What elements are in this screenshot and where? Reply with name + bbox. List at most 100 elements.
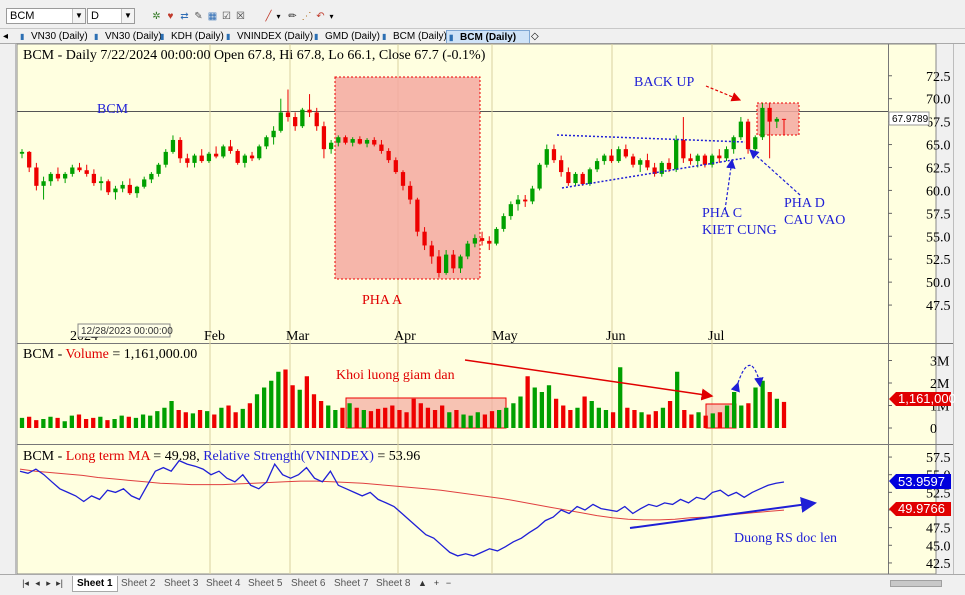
volume-bar — [553, 398, 559, 428]
chart-area[interactable]: 72.5 70.0 67.5 65.0 62.5 60.0 57.5 55.0 52.5 50.0… — [0, 0, 965, 594]
volume-bar — [91, 417, 96, 428]
next-sheet-icon[interactable]: ▸ — [44, 577, 53, 589]
volume-last-value: 1,161,000 — [898, 391, 956, 406]
volume-panel-header: BCM - Volume = 1,161,000.00 — [23, 347, 197, 362]
candle-body — [300, 109, 305, 127]
volume-bar — [19, 417, 25, 428]
candle-body — [98, 181, 104, 184]
candle-body — [393, 160, 398, 173]
sheet-tab-5[interactable]: Sheet 5 — [244, 576, 286, 591]
x-axis-label: Feb — [204, 329, 225, 344]
candle-body — [422, 231, 427, 246]
kiet-cung-label: KIET CUNG — [702, 223, 777, 238]
candle-body — [645, 160, 650, 168]
candle-body — [465, 243, 470, 257]
rs-y-tick-label: 47.5 — [926, 522, 951, 537]
x-axis-label: May — [492, 329, 518, 344]
candle-body — [508, 204, 513, 217]
sheet-tab-6[interactable]: Sheet 6 — [287, 576, 329, 591]
candle-body — [249, 155, 255, 159]
candle-body — [206, 153, 212, 162]
volume-bar — [383, 407, 388, 428]
pha-a-box — [334, 76, 481, 280]
volume-bar — [482, 414, 488, 428]
candle-body — [336, 137, 341, 143]
volume-bar — [247, 403, 253, 428]
candle-body — [731, 137, 736, 150]
price-y-tick-label: 72.5 — [926, 70, 951, 85]
volume-bar — [76, 414, 82, 428]
pha-d-label: PHA D — [784, 196, 825, 211]
volume-bar — [525, 376, 530, 428]
candle-body — [702, 155, 708, 165]
candle-body — [350, 139, 355, 143]
last-sheet-icon[interactable]: ▸| — [55, 577, 64, 589]
candle-body — [357, 139, 363, 144]
candle-body — [436, 256, 442, 273]
ma-last-value: 49.9766 — [898, 501, 945, 516]
volume-bar — [176, 410, 181, 428]
price-y-tick-label: 57.5 — [926, 207, 951, 222]
candle-body — [41, 181, 46, 186]
candle-body — [242, 155, 247, 163]
volume-bar — [682, 410, 687, 428]
volume-bar — [404, 412, 409, 428]
volume-bar — [461, 414, 466, 428]
sheet-tab-3[interactable]: Sheet 3 — [160, 576, 202, 591]
volume-bar — [546, 385, 552, 428]
volume-bar — [34, 420, 39, 428]
volume-bar — [83, 419, 89, 428]
candle-body — [228, 146, 233, 151]
sheet-tab-1[interactable]: Sheet 1 — [72, 576, 118, 592]
add-sheet-icon[interactable]: + — [432, 577, 441, 589]
volume-bar — [781, 401, 787, 428]
candle-body — [566, 172, 571, 184]
candle-body — [185, 158, 190, 163]
candle-body — [551, 149, 557, 161]
volume-bar — [696, 412, 701, 428]
rs-header-ma-value: = 49.98, — [150, 449, 203, 464]
volume-bar — [126, 416, 131, 428]
horizontal-scrollbar[interactable] — [890, 580, 942, 587]
candle-body — [91, 173, 97, 184]
candle-body — [487, 240, 492, 244]
candle-body — [134, 186, 140, 194]
volume-bar — [311, 394, 317, 428]
candle-body — [594, 161, 600, 170]
volume-bar — [326, 405, 331, 428]
pha-c-label: PHA C — [702, 206, 742, 221]
candle-body — [27, 151, 32, 168]
volume-bar — [447, 412, 452, 428]
x-axis-label: Jul — [708, 329, 724, 344]
candle-body — [142, 179, 147, 187]
volume-bar — [539, 392, 545, 428]
remove-sheet-icon[interactable]: − — [444, 577, 453, 589]
volume-bar — [269, 380, 274, 428]
candle-body — [630, 156, 636, 165]
volume-bar — [276, 371, 281, 428]
volume-bar — [532, 387, 537, 428]
candle-body — [753, 137, 758, 150]
volume-bar — [375, 408, 381, 428]
volume-bar — [140, 414, 146, 428]
sheet-tab-2[interactable]: Sheet 2 — [117, 576, 159, 591]
volume-bar — [646, 414, 651, 428]
x-axis-label: Apr — [394, 329, 416, 344]
volume-y-tick-label: 2M — [930, 377, 950, 392]
candle-body — [199, 155, 204, 162]
first-sheet-icon[interactable]: |◂ — [21, 577, 30, 589]
candle-body — [602, 155, 607, 162]
volume-bar — [162, 407, 167, 428]
candle-body — [479, 238, 485, 241]
sheet-tab-7[interactable]: Sheet 7 — [330, 576, 372, 591]
candle-body — [70, 167, 75, 174]
volume-bar — [753, 387, 758, 428]
volume-bar — [390, 405, 395, 428]
prev-sheet-icon[interactable]: ◂ — [33, 577, 42, 589]
sheet-tab-4[interactable]: Sheet 4 — [202, 576, 244, 591]
candle-body — [106, 181, 111, 193]
sheet-tab-8[interactable]: Sheet 8 — [372, 576, 414, 591]
candle-body — [321, 126, 327, 150]
volume-bar — [212, 414, 217, 428]
lock-icon[interactable]: ▲ — [418, 577, 427, 589]
